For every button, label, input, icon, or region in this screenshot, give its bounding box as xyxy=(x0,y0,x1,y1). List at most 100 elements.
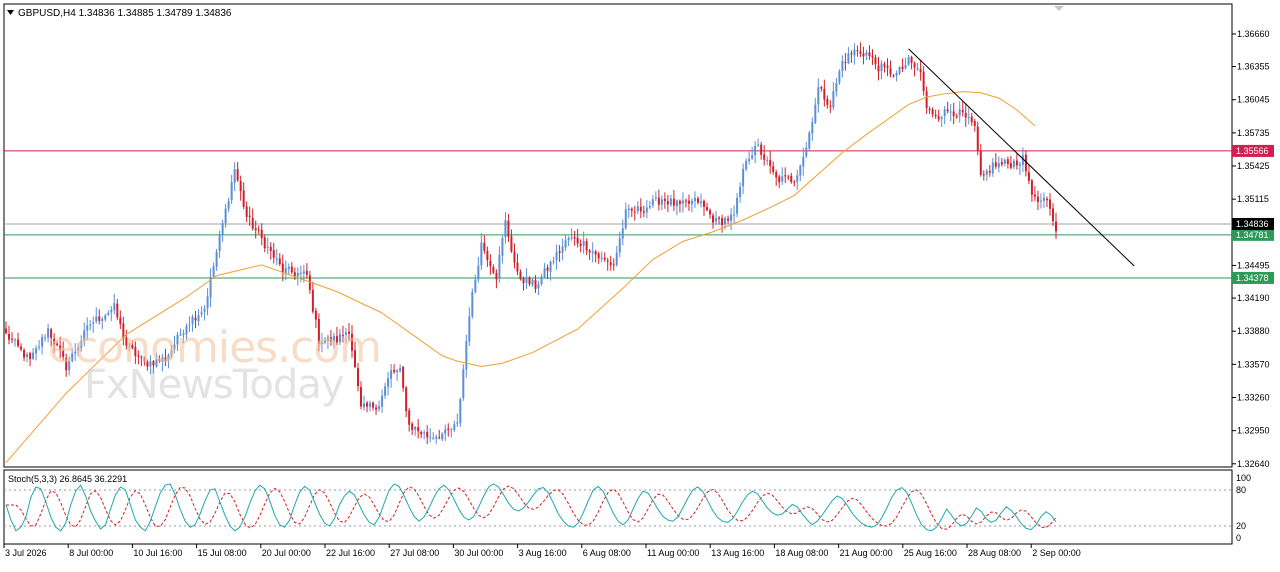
candle-body xyxy=(829,105,832,107)
candle-body xyxy=(796,175,799,182)
candle-body xyxy=(149,361,152,367)
candle-body xyxy=(814,104,817,123)
candle-body xyxy=(585,241,588,251)
candle-body xyxy=(296,272,299,277)
candle-body xyxy=(976,126,979,151)
candle-body xyxy=(985,170,988,175)
time-label: 8 Jul 00:00 xyxy=(69,548,113,558)
symbol-header: GBPUSD,H4 1.34836 1.34885 1.34789 1.3483… xyxy=(18,8,232,19)
candle-body xyxy=(387,378,390,387)
chart-window: GBPUSD,H4 1.34836 1.34885 1.34789 1.3483… xyxy=(0,0,1280,567)
time-label: 27 Jul 08:00 xyxy=(390,548,439,558)
candle-body xyxy=(338,334,341,343)
candle-body xyxy=(916,67,919,69)
candle-body xyxy=(597,253,600,259)
price-tick-label: 1.34190 xyxy=(1237,293,1270,303)
candle-body xyxy=(399,367,402,372)
time-label: 22 Jul 16:00 xyxy=(326,548,375,558)
candle-body xyxy=(17,339,20,347)
candle-body xyxy=(191,316,194,324)
candle-body xyxy=(693,197,696,201)
candle-body xyxy=(715,218,718,222)
candle-body xyxy=(877,65,880,72)
support-price-label: 1.34378 xyxy=(1236,273,1269,283)
candle-body xyxy=(522,278,525,284)
candle-body xyxy=(889,68,892,75)
candle-body xyxy=(805,147,808,157)
candle-body xyxy=(468,316,471,342)
candle-body xyxy=(420,431,423,435)
price-tick-label: 1.33260 xyxy=(1237,392,1270,402)
candle-body xyxy=(170,349,173,356)
candle-body xyxy=(35,348,38,354)
candle-body xyxy=(347,331,350,334)
candle-body xyxy=(594,251,597,255)
candle-body xyxy=(489,260,492,267)
candle-body xyxy=(233,169,236,183)
candle-body xyxy=(537,284,540,289)
candle-body xyxy=(549,261,552,272)
candle-body xyxy=(850,53,853,55)
candle-body xyxy=(188,324,191,326)
candle-body xyxy=(302,271,305,274)
candle-body xyxy=(80,341,83,348)
candle-body xyxy=(612,264,615,266)
candle-body xyxy=(242,190,245,207)
candle-body xyxy=(787,176,790,178)
candle-body xyxy=(681,200,684,204)
candle-body xyxy=(898,67,901,74)
candle-body xyxy=(534,279,537,289)
candle-body xyxy=(176,334,179,345)
candle-body xyxy=(784,175,787,177)
candle-body xyxy=(332,336,335,342)
candle-body xyxy=(450,429,453,431)
candle-body xyxy=(940,117,943,119)
candle-body xyxy=(375,407,378,410)
price-chart[interactable]: GBPUSD,H4 1.34836 1.34885 1.34789 1.3483… xyxy=(0,0,1280,567)
candle-body xyxy=(847,53,850,64)
candle-body xyxy=(645,207,648,213)
candle-body xyxy=(323,340,326,343)
candle-body xyxy=(642,211,645,213)
candle-body xyxy=(438,437,441,439)
candle-body xyxy=(11,338,14,340)
candle-body xyxy=(5,328,7,333)
candle-body xyxy=(961,110,964,113)
candle-body xyxy=(925,91,928,108)
candle-body xyxy=(730,214,733,221)
candle-body xyxy=(435,436,438,439)
candle-body xyxy=(1015,160,1018,166)
candle-body xyxy=(721,218,724,225)
candle-body xyxy=(739,187,742,198)
candle-body xyxy=(648,205,651,208)
candle-body xyxy=(501,237,504,256)
candle-body xyxy=(937,116,940,120)
candle-body xyxy=(772,166,775,173)
time-label: 3 Aug 16:00 xyxy=(519,548,567,558)
candle-body xyxy=(892,75,895,77)
candle-body xyxy=(480,242,483,266)
candle-body xyxy=(245,206,248,217)
candle-body xyxy=(1048,199,1051,209)
time-label: 30 Jul 00:00 xyxy=(454,548,503,558)
candle-body xyxy=(182,333,185,335)
time-label: 20 Jul 00:00 xyxy=(262,548,311,558)
candle-body xyxy=(844,61,847,63)
candle-body xyxy=(158,359,161,362)
candle-body xyxy=(50,329,53,338)
candle-body xyxy=(558,251,561,254)
stoch-pane-frame xyxy=(3,469,1233,545)
candle-body xyxy=(32,352,35,359)
candle-body xyxy=(808,132,811,149)
candle-body xyxy=(221,223,224,236)
candle-body xyxy=(832,91,835,108)
time-label: 2 Sep 00:00 xyxy=(1032,548,1081,558)
candle-body xyxy=(600,257,603,259)
candle-body xyxy=(709,210,712,215)
candle-body xyxy=(712,215,715,223)
candle-body xyxy=(669,198,672,205)
candle-body xyxy=(317,319,320,344)
candle-body xyxy=(372,402,375,408)
candle-body xyxy=(633,211,636,213)
candle-body xyxy=(299,272,302,274)
